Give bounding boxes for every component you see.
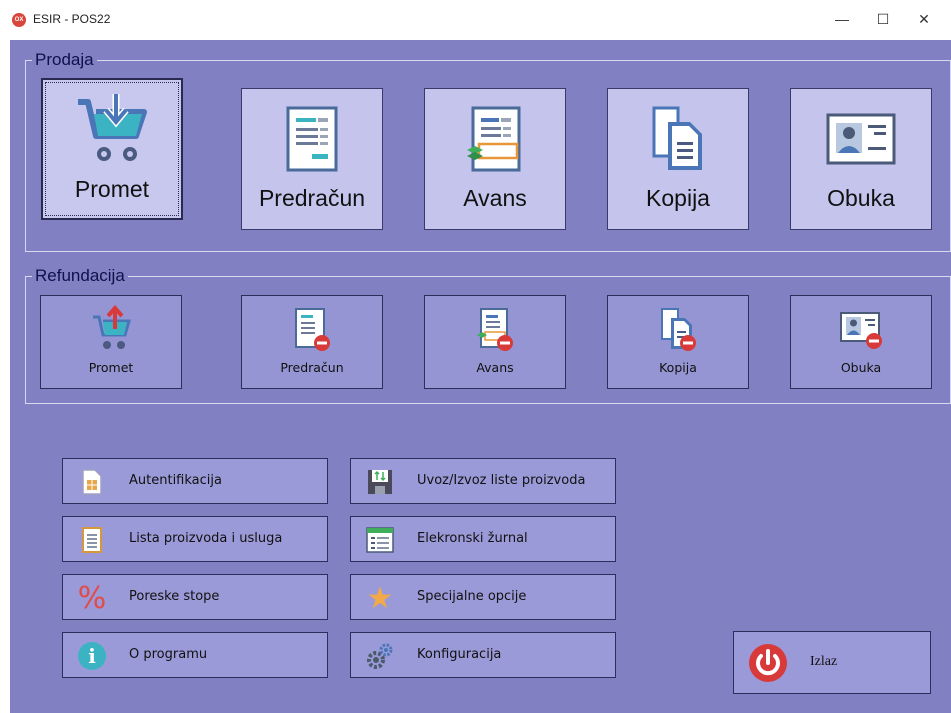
refundacija-predracun-button[interactable]: Predračun xyxy=(241,295,383,389)
floppy-import-icon xyxy=(365,467,395,497)
konfiguracija-button[interactable]: Konfiguracija xyxy=(350,632,616,678)
refundacija-promet-label: Promet xyxy=(88,360,134,375)
prodaja-legend: Prodaja xyxy=(35,50,94,69)
prodaja-avans-button[interactable]: Avans xyxy=(424,88,566,230)
maximize-button[interactable]: ☐ xyxy=(866,6,900,32)
refundacija-legend: Refundacija xyxy=(35,266,125,285)
percent-icon: % xyxy=(77,580,107,616)
refundacija-kopija-label: Kopija xyxy=(659,360,697,375)
specijalne-opcije-label: Specijalne opcije xyxy=(417,589,527,604)
cart-download-icon xyxy=(43,92,181,168)
uvoz-izvoz-label: Uvoz/Izvoz liste proizvoda xyxy=(417,473,586,488)
prodaja-kopija-label: Kopija xyxy=(646,185,710,211)
info-glyph: i xyxy=(78,642,106,670)
refundacija-avans-label: Avans xyxy=(476,360,514,375)
poreske-stope-button[interactable]: % Poreske stope xyxy=(62,574,328,620)
id-card-remove-icon xyxy=(791,304,931,354)
poreske-stope-label: Poreske stope xyxy=(129,589,220,604)
window-title: ESIR - POS22 xyxy=(33,12,111,26)
elektronski-zurnal-button[interactable]: Elekronski žurnal xyxy=(350,516,616,562)
prodaja-kopija-button[interactable]: Kopija xyxy=(607,88,749,230)
o-programu-label: O programu xyxy=(129,647,208,662)
sim-card-icon xyxy=(77,467,107,497)
uvoz-izvoz-button[interactable]: Uvoz/Izvoz liste proizvoda xyxy=(350,458,616,504)
minimize-button[interactable]: — xyxy=(825,6,859,32)
lista-proizvoda-label: Lista proizvoda i usluga xyxy=(129,531,283,546)
elektronski-zurnal-label: Elekronski žurnal xyxy=(417,531,528,546)
izlaz-label: Izlaz xyxy=(810,654,838,669)
info-icon: i xyxy=(77,641,107,671)
document-lines-icon xyxy=(242,101,382,177)
gears-icon xyxy=(365,641,395,671)
percent-glyph: % xyxy=(77,580,107,616)
autentifikacija-label: Autentifikacija xyxy=(129,473,222,488)
title-bar: OX ESIR - POS22 — ☐ ✕ xyxy=(0,0,951,40)
refundacija-promet-button[interactable]: Promet xyxy=(40,295,182,389)
izlaz-button[interactable]: Izlaz xyxy=(733,631,931,694)
power-icon xyxy=(748,643,788,688)
prodaja-promet-label: Promet xyxy=(74,176,150,202)
refundacija-obuka-label: Obuka xyxy=(840,360,882,375)
advance-remove-icon xyxy=(425,304,565,354)
specijalne-opcije-button[interactable]: ★ Specijalne opcije xyxy=(350,574,616,620)
cart-upload-icon xyxy=(41,304,181,354)
main-panel: Prodaja Promet Predračun Avans Kopija Ob… xyxy=(10,40,951,713)
document-advance-icon xyxy=(425,101,565,177)
lista-proizvoda-button[interactable]: Lista proizvoda i usluga xyxy=(62,516,328,562)
prodaja-promet-button[interactable]: Promet xyxy=(41,78,183,220)
copy-remove-icon xyxy=(608,304,748,354)
list-document-icon xyxy=(77,525,107,555)
prodaja-avans-label: Avans xyxy=(463,185,527,211)
refundacija-kopija-button[interactable]: Kopija xyxy=(607,295,749,389)
journal-table-icon xyxy=(365,525,395,555)
star-glyph: ★ xyxy=(366,580,394,616)
prodaja-obuka-button[interactable]: Obuka xyxy=(790,88,932,230)
prodaja-predracun-button[interactable]: Predračun xyxy=(241,88,383,230)
o-programu-button[interactable]: i O programu xyxy=(62,632,328,678)
star-icon: ★ xyxy=(365,580,395,616)
konfiguracija-label: Konfiguracija xyxy=(417,647,502,662)
prodaja-obuka-label: Obuka xyxy=(827,185,895,211)
close-button[interactable]: ✕ xyxy=(907,6,941,32)
refundacija-obuka-button[interactable]: Obuka xyxy=(790,295,932,389)
autentifikacija-button[interactable]: Autentifikacija xyxy=(62,458,328,504)
copy-documents-icon xyxy=(608,101,748,177)
prodaja-predracun-label: Predračun xyxy=(258,185,366,211)
app-logo-icon: OX xyxy=(12,13,26,27)
document-remove-icon xyxy=(242,304,382,354)
refundacija-avans-button[interactable]: Avans xyxy=(424,295,566,389)
id-card-icon xyxy=(791,101,931,177)
refundacija-predracun-label: Predračun xyxy=(280,360,344,375)
